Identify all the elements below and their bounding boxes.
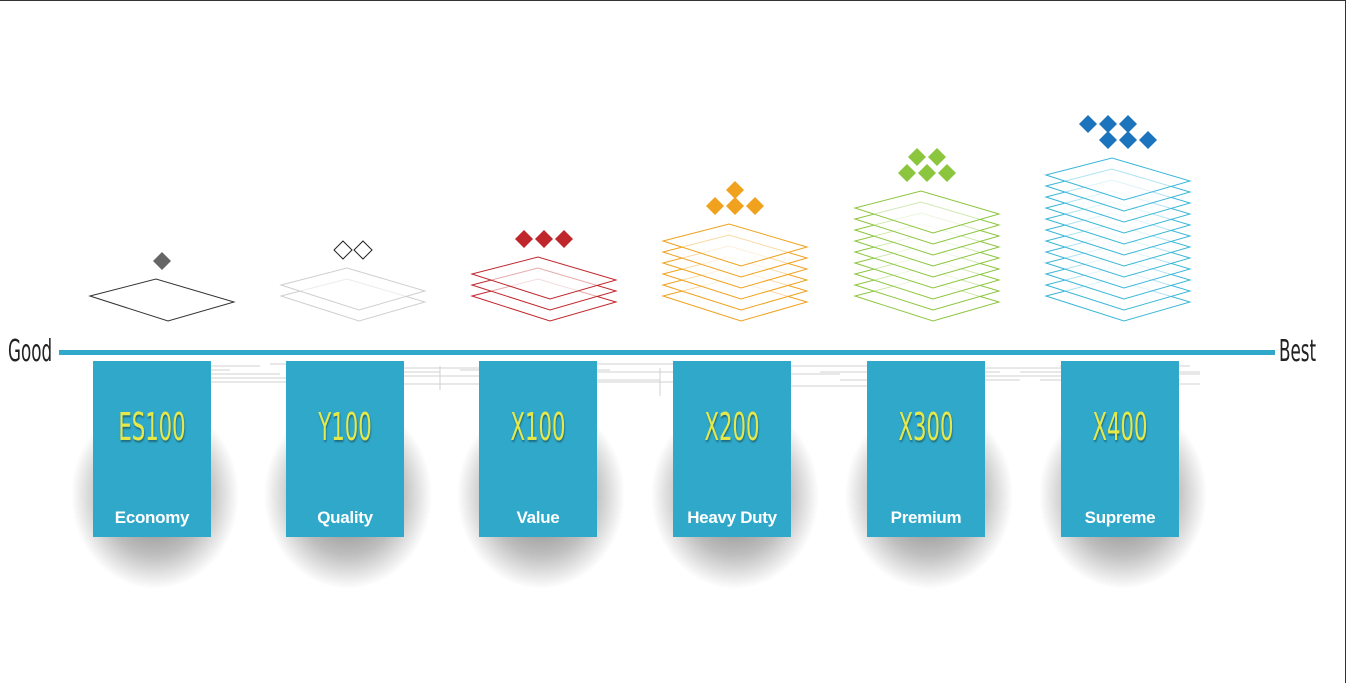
stack-y100 <box>279 267 427 322</box>
product-code: X400 <box>1092 405 1148 449</box>
rating-diamond-icon <box>928 148 946 166</box>
product-name: Heavy Duty <box>687 508 777 527</box>
stack-es100 <box>88 278 236 322</box>
rating-diamond-icon <box>746 197 764 215</box>
rating-diamond-icon <box>908 148 926 166</box>
rating-diamond-icon <box>726 181 744 199</box>
stack-x100 <box>470 256 618 322</box>
product-name: Quality <box>317 508 373 527</box>
product-code: X200 <box>704 405 760 449</box>
product-code: ES100 <box>118 405 186 449</box>
rating-diamonds-y100 <box>333 240 373 260</box>
rating-diamond-icon <box>1119 131 1137 149</box>
rating-diamonds-x100 <box>515 230 573 248</box>
rating-diamonds-es100 <box>153 252 171 270</box>
rating-diamonds-x400 <box>1079 115 1157 149</box>
product-name: Economy <box>114 508 190 527</box>
rating-diamond-icon <box>535 230 553 248</box>
stack-x200 <box>661 223 809 322</box>
product-tag-y100[interactable]: Y100 Quality <box>286 361 404 537</box>
product-name: Premium <box>890 508 962 527</box>
rating-diamond-icon <box>1139 131 1157 149</box>
rating-diamond-icon <box>726 197 744 215</box>
stack-x300 <box>853 190 1001 322</box>
product-tag-x200[interactable]: X200 Heavy Duty <box>673 361 791 537</box>
product-tag-x300[interactable]: X300 Premium <box>867 361 985 537</box>
product-tag-es100[interactable]: ES100 Economy <box>93 361 211 537</box>
rating-diamond-icon <box>153 252 171 270</box>
product-code: Y100 <box>318 405 372 449</box>
rating-diamond-icon <box>1119 115 1137 133</box>
product-code: X300 <box>898 405 954 449</box>
stack-layer <box>88 278 236 322</box>
rating-diamond-icon <box>555 230 573 248</box>
rating-diamond-icon <box>1079 115 1097 133</box>
stack-x400 <box>1044 157 1192 322</box>
product-code: X100 <box>510 405 566 449</box>
rating-diamonds-x200 <box>706 181 764 215</box>
product-name: Value <box>516 508 560 527</box>
rating-diamond-icon <box>898 164 916 182</box>
product-name: Supreme <box>1084 508 1156 527</box>
rating-diamond-icon <box>1099 115 1117 133</box>
rating-diamond-icon <box>515 230 533 248</box>
product-tag-x400[interactable]: X400 Supreme <box>1061 361 1179 537</box>
rating-diamond-icon <box>1099 131 1117 149</box>
rating-diamond-icon <box>353 240 373 260</box>
rating-diamonds-x300 <box>898 148 956 182</box>
rating-diamond-icon <box>333 240 353 260</box>
rating-diamond-icon <box>938 164 956 182</box>
rating-diamond-icon <box>918 164 936 182</box>
product-tag-x100[interactable]: X100 Value <box>479 361 597 537</box>
rating-diamond-icon <box>706 197 724 215</box>
